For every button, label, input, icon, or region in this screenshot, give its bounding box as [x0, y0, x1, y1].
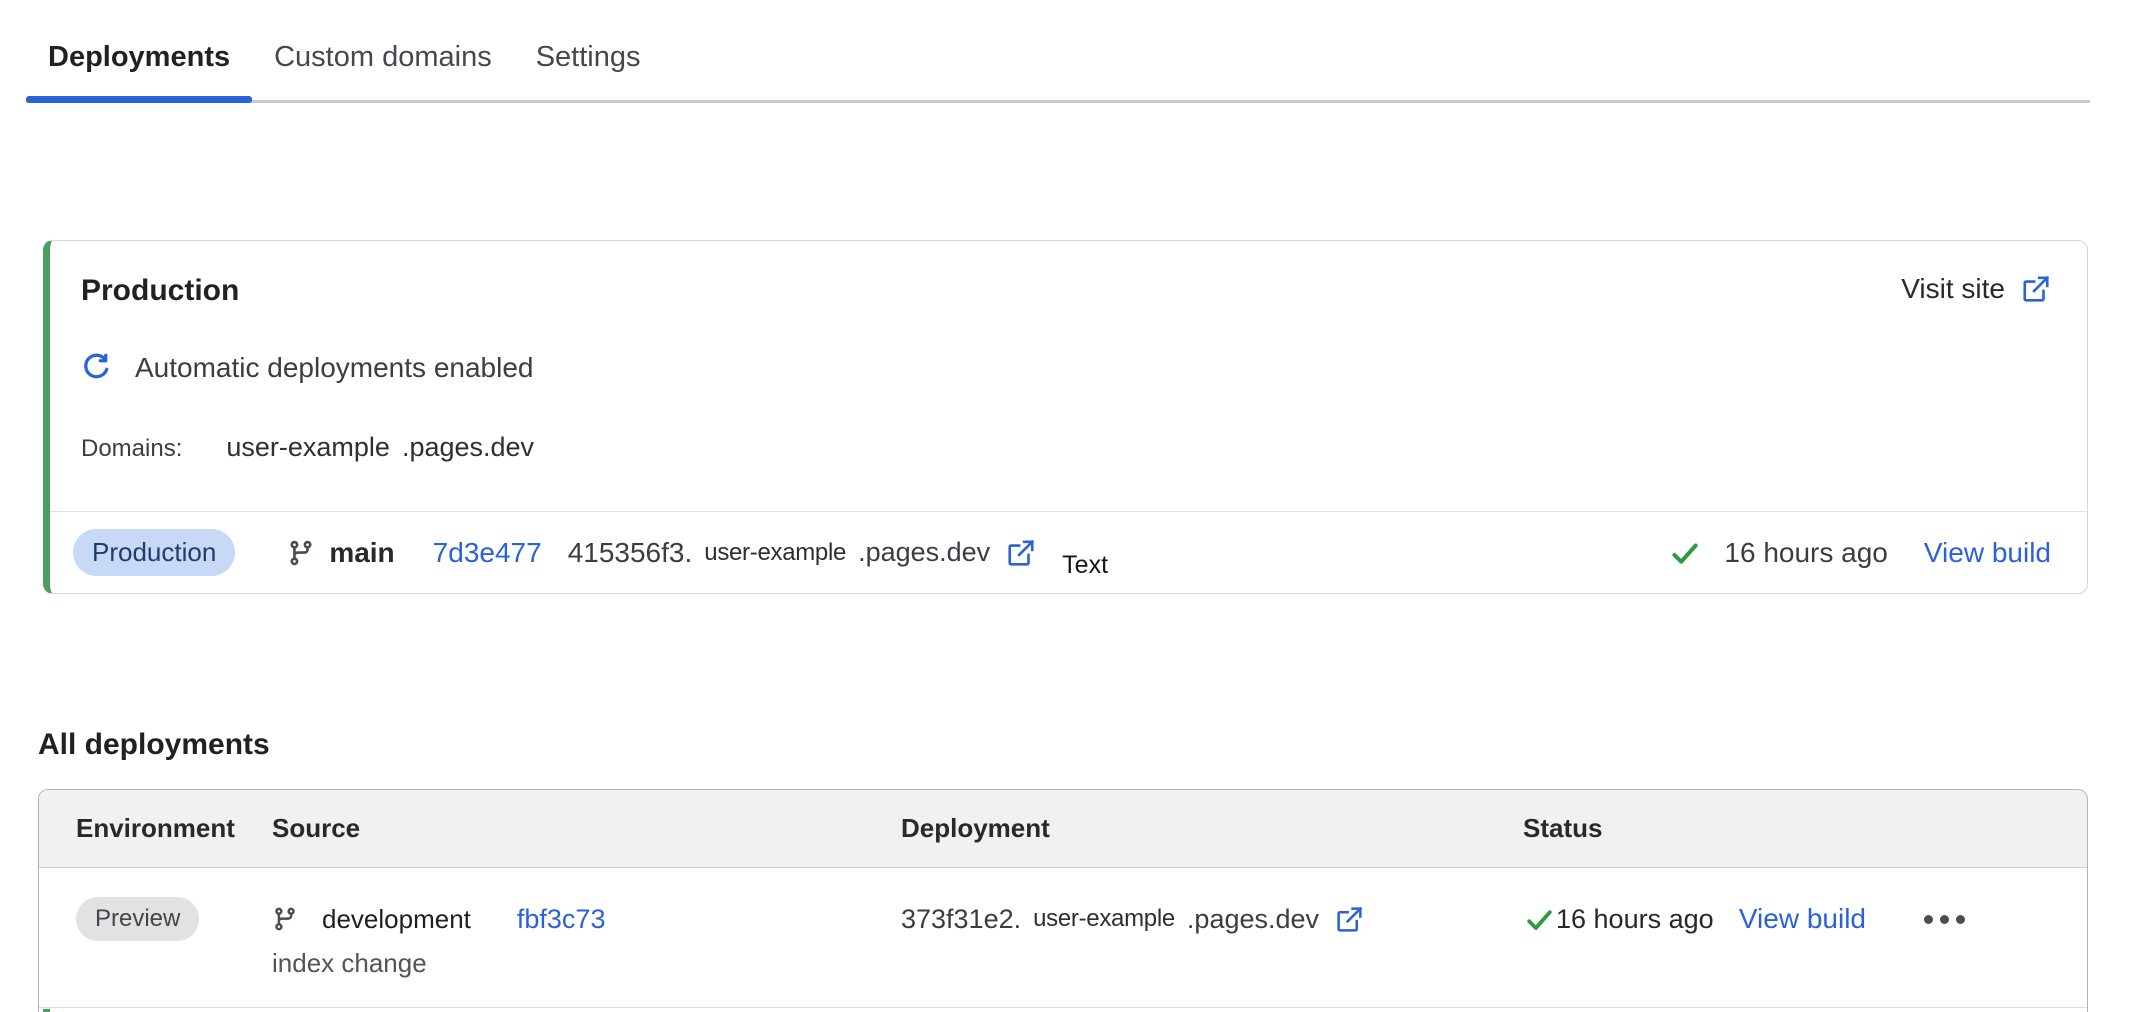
production-card: Production Visit site	[43, 240, 2088, 594]
status-time: 16 hours ago	[1556, 904, 1714, 935]
ellipsis-icon	[1924, 915, 1933, 924]
tab-settings[interactable]: Settings	[514, 0, 663, 100]
production-deployment-row: Production main 7d3e477 415356f3. user-e…	[50, 511, 2087, 593]
deployment-url-suffix: .pages.dev	[1187, 904, 1319, 935]
deployment-url[interactable]: 373f31e2. user-example .pages.dev	[901, 904, 1364, 935]
visit-site-label: Visit site	[1901, 273, 2005, 305]
column-header-environment: Environment	[76, 813, 272, 844]
tab-bar: Deployments Custom domains Settings	[26, 0, 2090, 103]
refresh-icon	[81, 353, 111, 383]
column-header-source: Source	[272, 813, 901, 844]
next-row-production-accent	[39, 1008, 2087, 1012]
table-row-preview-deployment: Preview development fbf3c73 index change	[39, 868, 2087, 1008]
production-card-title: Production	[81, 273, 239, 309]
annotation-text: Text	[1062, 551, 1108, 580]
commit-link[interactable]: fbf3c73	[517, 904, 606, 935]
deployment-url-name: user-example	[704, 539, 846, 567]
external-link-icon[interactable]	[1006, 538, 1036, 568]
view-build-link[interactable]: View build	[1739, 903, 1866, 935]
deployments-page: Deployments Custom domains Settings Prod…	[0, 0, 2132, 1012]
all-deployments-heading: All deployments	[38, 727, 2088, 763]
check-icon	[1523, 905, 1556, 934]
tab-custom-domains[interactable]: Custom domains	[252, 0, 514, 100]
commit-message: index change	[272, 948, 901, 979]
tab-deployments[interactable]: Deployments	[26, 0, 252, 100]
deployment-url-prefix: 373f31e2.	[901, 904, 1021, 935]
check-icon	[1668, 538, 1702, 568]
environment-badge-production: Production	[73, 529, 235, 576]
ellipsis-icon	[1940, 915, 1949, 924]
deployment-url-suffix: .pages.dev	[858, 537, 990, 568]
environment-badge-preview: Preview	[76, 897, 199, 941]
table-header-row: Environment Source Deployment Status	[39, 790, 2087, 868]
branch-name: development	[322, 904, 471, 935]
commit-link[interactable]: 7d3e477	[433, 537, 542, 569]
git-branch-icon	[272, 906, 298, 932]
domain-name: user-example	[226, 431, 390, 463]
git-branch-icon	[287, 539, 315, 567]
branch-name: main	[329, 537, 394, 569]
column-header-deployment: Deployment	[901, 813, 1523, 844]
column-header-status: Status	[1523, 813, 1967, 844]
ellipsis-icon	[1956, 915, 1965, 924]
deployment-url-name: user-example	[1033, 905, 1175, 933]
visit-site-link[interactable]: Visit site	[1901, 273, 2051, 305]
automatic-deployments-text: Automatic deployments enabled	[135, 351, 533, 385]
more-actions-button[interactable]	[1922, 909, 1967, 930]
deployment-url[interactable]: 415356f3. user-example .pages.dev	[568, 537, 1036, 569]
deployment-url-prefix: 415356f3.	[568, 537, 693, 569]
domain-suffix: .pages.dev	[402, 431, 534, 463]
status-time: 16 hours ago	[1724, 537, 1887, 569]
external-link-icon	[2021, 274, 2051, 304]
domains-label: Domains:	[81, 433, 182, 465]
all-deployments-table: Environment Source Deployment Status Pre…	[38, 789, 2088, 1012]
view-build-link[interactable]: View build	[1924, 537, 2051, 569]
external-link-icon[interactable]	[1335, 905, 1364, 934]
